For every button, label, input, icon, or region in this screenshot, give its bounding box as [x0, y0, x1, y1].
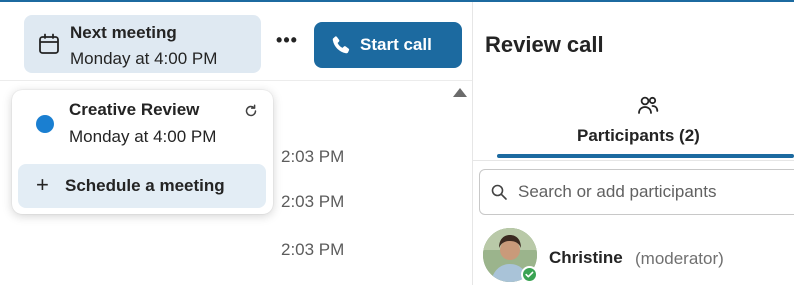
header-divider — [0, 80, 472, 81]
schedule-meeting-button[interactable]: + Schedule a meeting — [18, 164, 266, 208]
chat-pane: Next meeting Monday at 4:00 PM ••• Start… — [0, 2, 472, 285]
next-meeting-flyout: Creative Review Monday at 4:00 PM + Sche… — [12, 90, 273, 214]
next-meeting-time: Monday at 4:00 PM — [70, 49, 218, 68]
call-details-pane: Review call Participants (2) Search or a… — [473, 2, 794, 285]
recurring-icon — [245, 104, 257, 117]
tab-divider — [473, 160, 794, 161]
message-timestamp: 2:03 PM — [281, 147, 345, 166]
tab-participants[interactable]: Participants (2) — [497, 88, 794, 162]
active-tab-indicator — [497, 154, 794, 158]
message-timestamp: 2:03 PM — [281, 240, 345, 259]
scroll-up-arrow-icon[interactable] — [453, 88, 467, 97]
phone-icon — [332, 36, 350, 54]
start-call-button[interactable]: Start call — [314, 22, 462, 68]
participant-name: Christine — [549, 248, 623, 267]
participants-icon — [638, 96, 659, 114]
next-meeting-label: Next meeting — [70, 23, 177, 42]
participant-row[interactable]: Christine (moderator) — [483, 228, 794, 284]
more-options-button[interactable]: ••• — [272, 28, 302, 58]
tab-participants-label: Participants (2) — [577, 126, 700, 145]
plus-icon: + — [36, 172, 49, 197]
meeting-time: Monday at 4:00 PM — [69, 127, 217, 146]
next-meeting-button[interactable]: Next meeting Monday at 4:00 PM — [24, 15, 261, 73]
pane-title: Review call — [485, 32, 604, 57]
presence-available-icon — [521, 266, 538, 283]
calendar-icon — [39, 33, 59, 54]
search-icon — [491, 184, 507, 200]
meeting-title[interactable]: Creative Review — [69, 100, 199, 120]
participant-role: (moderator) — [635, 249, 724, 268]
schedule-meeting-label: Schedule a meeting — [65, 176, 225, 195]
participant-search-input[interactable] — [518, 179, 794, 205]
start-call-label: Start call — [360, 35, 432, 54]
participant-search-field[interactable] — [479, 169, 794, 215]
meeting-status-dot-icon — [36, 115, 54, 133]
message-timestamp: 2:03 PM — [281, 192, 345, 211]
chat-header: Next meeting Monday at 4:00 PM ••• Start… — [0, 2, 472, 82]
